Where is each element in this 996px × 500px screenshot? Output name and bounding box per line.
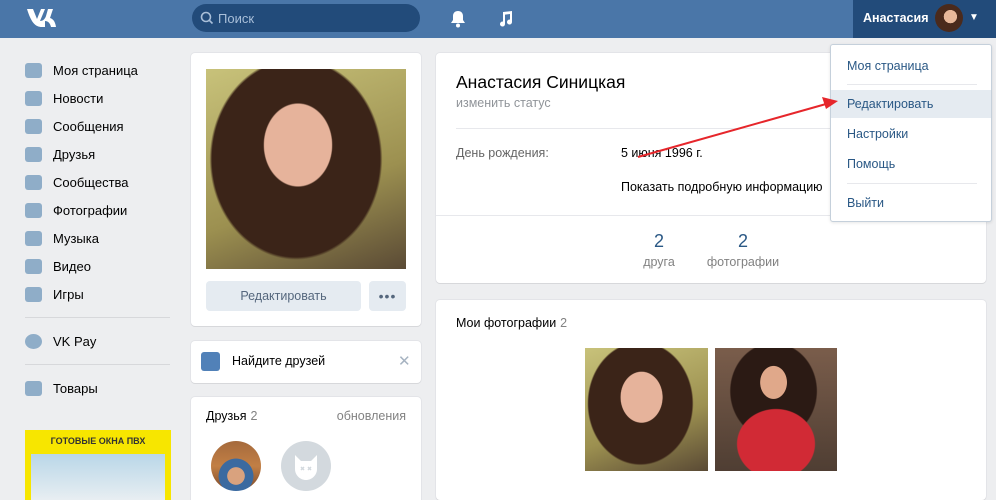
sidebar-item-news[interactable]: Новости bbox=[25, 84, 175, 112]
ad-banner[interactable]: ГОТОВЫЕ ОКНА ПВХ bbox=[25, 430, 171, 500]
more-actions-button[interactable]: ••• bbox=[369, 281, 406, 311]
photos-title[interactable]: Мои фотографии 2 bbox=[456, 316, 567, 330]
stat-label: фотографии bbox=[706, 255, 780, 269]
ad-image bbox=[31, 454, 165, 500]
add-friend-icon bbox=[201, 352, 220, 371]
stat-number: 2 bbox=[653, 231, 664, 251]
photo-thumbnail[interactable] bbox=[585, 348, 708, 471]
sidebar-item-label: Фотографии bbox=[53, 202, 128, 218]
menu-item-help[interactable]: Помощь bbox=[831, 150, 991, 178]
sidebar-item-goods[interactable]: Товары bbox=[25, 374, 175, 402]
friends-title-label: Друзья bbox=[206, 409, 247, 423]
friends-title[interactable]: Друзья 2 bbox=[206, 409, 258, 423]
edit-profile-button[interactable]: Редактировать bbox=[206, 281, 361, 311]
friends-icon bbox=[25, 146, 42, 162]
sidebar-item-music[interactable]: Музыка bbox=[25, 224, 175, 252]
groups-icon bbox=[25, 174, 42, 190]
chevron-down-icon: ▼ bbox=[969, 12, 979, 23]
birthday-label: День рождения: bbox=[456, 146, 549, 160]
find-friends-card[interactable]: Найдите друзей ✕ bbox=[191, 341, 421, 383]
search-icon bbox=[200, 11, 214, 25]
stat-number: 2 bbox=[737, 231, 748, 251]
sidebar-item-games[interactable]: Игры bbox=[25, 280, 175, 308]
sidebar-item-video[interactable]: Видео bbox=[25, 252, 175, 280]
ad-text: ГОТОВЫЕ ОКНА ПВХ bbox=[50, 436, 146, 446]
friend-avatar[interactable] bbox=[211, 441, 261, 491]
sidebar-item-label: Друзья bbox=[53, 146, 96, 162]
sidebar-item-label: Игры bbox=[53, 286, 84, 302]
top-bar: Анастасия ▼ bbox=[0, 0, 996, 38]
profile-name: Анастасия bbox=[863, 11, 929, 25]
messages-icon bbox=[25, 118, 42, 134]
find-friends-label: Найдите друзей bbox=[232, 354, 326, 368]
sidebar-item-label: Музыка bbox=[53, 230, 99, 246]
bag-icon bbox=[25, 380, 42, 396]
sidebar-item-groups[interactable]: Сообщества bbox=[25, 168, 175, 196]
bell-icon[interactable] bbox=[448, 9, 468, 29]
news-icon bbox=[25, 90, 42, 106]
sidebar-item-label: Сообщества bbox=[53, 174, 129, 190]
sidebar-item-label: Моя страница bbox=[53, 62, 138, 78]
music-icon[interactable] bbox=[496, 9, 516, 29]
close-icon[interactable]: ✕ bbox=[398, 352, 411, 370]
menu-item-edit[interactable]: Редактировать bbox=[831, 90, 991, 118]
birthday-value[interactable]: 5 июня 1996 г. bbox=[621, 146, 703, 160]
profile-photo-card: Редактировать ••• bbox=[191, 53, 421, 326]
sidebar-item-label: VK Pay bbox=[53, 333, 97, 349]
sidebar-item-label: Товары bbox=[53, 380, 98, 396]
stat-label: друга bbox=[643, 255, 675, 269]
menu-item-my-page[interactable]: Моя страница bbox=[831, 52, 991, 80]
sidebar-item-friends[interactable]: Друзья bbox=[25, 140, 175, 168]
sidebar-item-messages[interactable]: Сообщения bbox=[25, 112, 175, 140]
left-navigation: Моя страница Новости Сообщения Друзья Со… bbox=[25, 56, 175, 402]
profile-photo[interactable] bbox=[206, 69, 406, 269]
vkpay-icon bbox=[25, 333, 42, 349]
divider bbox=[847, 183, 977, 184]
photo-thumbnail[interactable] bbox=[715, 348, 837, 471]
sidebar-item-vkpay[interactable]: VK Pay bbox=[25, 327, 175, 355]
profile-menu-button[interactable]: Анастасия ▼ bbox=[853, 0, 996, 38]
camera-icon bbox=[25, 202, 42, 218]
divider bbox=[25, 317, 170, 318]
menu-item-settings[interactable]: Настройки bbox=[831, 120, 991, 148]
music-note-icon bbox=[25, 230, 42, 246]
games-icon bbox=[25, 286, 42, 302]
stat-friends[interactable]: 2 друга bbox=[619, 231, 699, 269]
sidebar-item-my-page[interactable]: Моя страница bbox=[25, 56, 175, 84]
profile-dropdown-menu: Моя страница Редактировать Настройки Пом… bbox=[830, 44, 992, 222]
my-photos-card: Мои фотографии 2 bbox=[436, 300, 986, 500]
divider bbox=[847, 84, 977, 85]
sidebar-item-label: Видео bbox=[53, 258, 91, 274]
change-status-link[interactable]: изменить статус bbox=[456, 96, 551, 110]
search-box[interactable] bbox=[192, 4, 420, 32]
show-more-info-link[interactable]: Показать подробную информацию bbox=[621, 180, 823, 194]
friend-avatar[interactable] bbox=[281, 441, 331, 491]
video-icon bbox=[25, 258, 42, 274]
menu-item-logout[interactable]: Выйти bbox=[831, 189, 991, 217]
photos-count: 2 bbox=[560, 316, 568, 330]
friends-card: Друзья 2 обновления bbox=[191, 397, 421, 500]
home-icon bbox=[25, 62, 42, 78]
search-input[interactable] bbox=[218, 4, 414, 32]
photos-title-label: Мои фотографии bbox=[456, 316, 557, 330]
sidebar-item-label: Новости bbox=[53, 90, 104, 106]
avatar bbox=[935, 4, 963, 32]
dog-placeholder-icon bbox=[295, 455, 317, 480]
user-name: Анастасия Синицкая bbox=[456, 72, 626, 92]
stat-photos[interactable]: 2 фотографии bbox=[703, 231, 783, 269]
friends-updates-link[interactable]: обновления bbox=[337, 409, 406, 423]
friends-count: 2 bbox=[250, 409, 258, 423]
sidebar-item-label: Сообщения bbox=[53, 118, 124, 134]
divider bbox=[25, 364, 170, 365]
vk-logo-icon[interactable] bbox=[25, 6, 59, 30]
sidebar-item-photos[interactable]: Фотографии bbox=[25, 196, 175, 224]
